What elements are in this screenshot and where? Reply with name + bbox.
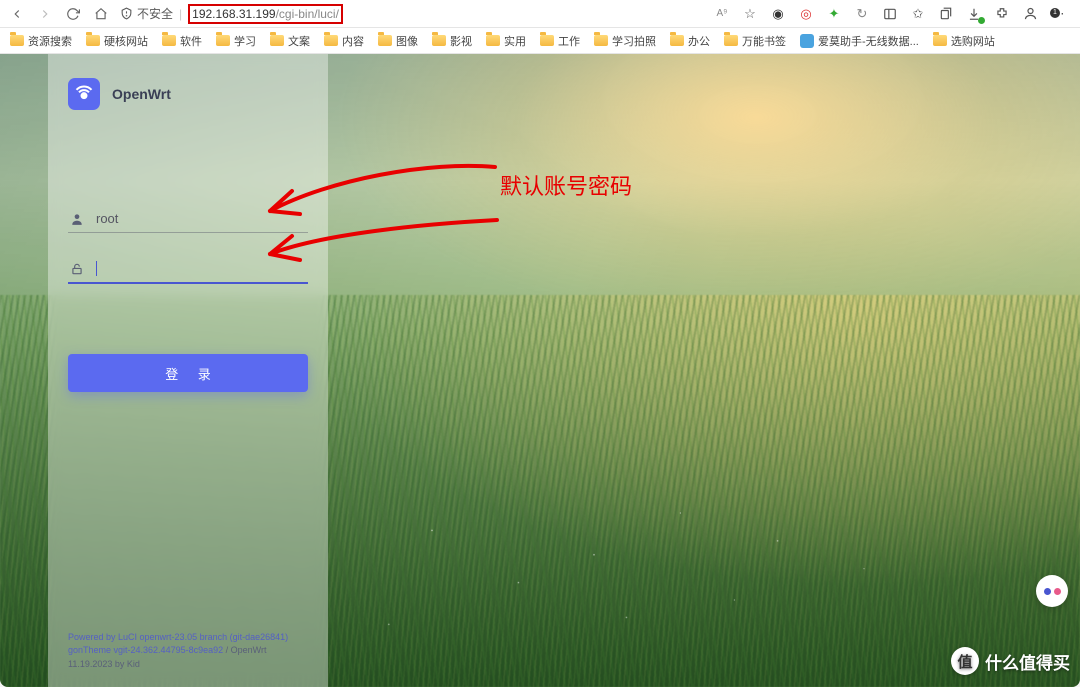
lock-icon bbox=[70, 262, 86, 276]
bookmark-item[interactable]: 文案 bbox=[270, 33, 310, 49]
password-input[interactable] bbox=[107, 261, 306, 276]
folder-icon bbox=[86, 35, 100, 46]
bookmarks-bar: 资源搜索 硬核网站 软件 学习 文案 内容 图像 影视 实用 工作 学习拍照 办… bbox=[0, 28, 1080, 54]
bookmark-item[interactable]: 内容 bbox=[324, 33, 364, 49]
back-button[interactable] bbox=[8, 5, 26, 23]
bookmark-label: 内容 bbox=[342, 33, 364, 49]
bookmark-label: 万能书签 bbox=[742, 33, 786, 49]
footer-theme-link[interactable]: gonTheme vgit-24.362.44795-8c9ea92 bbox=[68, 645, 223, 655]
password-row[interactable] bbox=[68, 255, 308, 284]
folder-icon bbox=[540, 35, 554, 46]
extension-icon-4[interactable]: ↻ bbox=[854, 6, 870, 22]
bookmark-label: 图像 bbox=[396, 33, 418, 49]
watermark: 值 什么值得买 bbox=[951, 647, 1070, 675]
username-row[interactable] bbox=[68, 205, 308, 233]
floating-assistant-button[interactable] bbox=[1036, 575, 1068, 607]
user-icon bbox=[70, 212, 86, 226]
folder-icon bbox=[933, 35, 947, 46]
bookmark-label: 软件 bbox=[180, 33, 202, 49]
username-input[interactable] bbox=[96, 211, 306, 226]
toolbar-right-icons: A⁹ ☆ ◉ ◎ ✦ ↻ ✩ ⋯ 1 bbox=[714, 6, 1072, 22]
forward-button[interactable] bbox=[36, 5, 54, 23]
bookmark-label: 爱莫助手-无线数据... bbox=[818, 33, 919, 49]
bookmark-item[interactable]: 工作 bbox=[540, 33, 580, 49]
bookmark-label: 影视 bbox=[450, 33, 472, 49]
account-icon[interactable] bbox=[1022, 6, 1038, 22]
sidebar-toggle-icon[interactable] bbox=[882, 6, 898, 22]
bookmark-label: 实用 bbox=[504, 33, 526, 49]
login-button[interactable]: 登 录 bbox=[68, 354, 308, 392]
security-text: 不安全 bbox=[137, 5, 173, 22]
url-path: /cgi-bin/luci/ bbox=[276, 7, 339, 21]
folder-icon bbox=[162, 35, 176, 46]
folder-icon bbox=[486, 35, 500, 46]
favorites-icon[interactable]: ✩ bbox=[910, 6, 926, 22]
more-icon[interactable]: ⋯ 1 bbox=[1050, 6, 1066, 22]
home-button[interactable] bbox=[92, 5, 110, 23]
folder-icon bbox=[378, 35, 392, 46]
text-caret bbox=[96, 261, 97, 276]
site-favicon bbox=[800, 34, 814, 48]
watermark-text: 什么值得买 bbox=[985, 649, 1070, 674]
bookmark-item[interactable]: 万能书签 bbox=[724, 33, 786, 49]
watermark-badge: 值 bbox=[951, 647, 979, 675]
brand-row: OpenWrt bbox=[68, 78, 308, 110]
bookmark-label: 办公 bbox=[688, 33, 710, 49]
footer-luci-link[interactable]: Powered by LuCI openwrt-23.05 branch (gi… bbox=[68, 632, 288, 642]
favorite-icon[interactable]: ☆ bbox=[742, 6, 758, 22]
bookmark-label: 学习 bbox=[234, 33, 256, 49]
bookmark-label: 学习拍照 bbox=[612, 33, 656, 49]
bookmark-label: 硬核网站 bbox=[104, 33, 148, 49]
extension-icon-1[interactable]: ◉ bbox=[770, 6, 786, 22]
folder-icon bbox=[724, 35, 738, 46]
url-bar[interactable]: 不安全 | 192.168.31.199/cgi-bin/luci/ bbox=[120, 4, 343, 24]
annotation-text: 默认账号密码 bbox=[500, 169, 632, 201]
notification-badge: 1 bbox=[1050, 8, 1060, 18]
url-host: 192.168.31.199 bbox=[192, 7, 275, 21]
folder-icon bbox=[10, 35, 24, 46]
folder-icon bbox=[270, 35, 284, 46]
folder-icon bbox=[670, 35, 684, 46]
url-highlight-box: 192.168.31.199/cgi-bin/luci/ bbox=[188, 4, 343, 24]
bookmark-item[interactable]: 爱莫助手-无线数据... bbox=[800, 33, 919, 49]
bookmark-item[interactable]: 影视 bbox=[432, 33, 472, 49]
bookmark-label: 文案 bbox=[288, 33, 310, 49]
bookmark-item[interactable]: 实用 bbox=[486, 33, 526, 49]
bookmark-item[interactable]: 选购网站 bbox=[933, 33, 995, 49]
bookmark-item[interactable]: 办公 bbox=[670, 33, 710, 49]
ai-label[interactable]: A⁹ bbox=[714, 6, 730, 22]
extensions-icon[interactable] bbox=[994, 6, 1010, 22]
folder-icon bbox=[324, 35, 338, 46]
bookmark-label: 工作 bbox=[558, 33, 580, 49]
page-viewport: OpenWrt 登 录 Powered by LuCI openwrt-23.0… bbox=[0, 54, 1080, 687]
extension-icon-2[interactable]: ◎ bbox=[798, 6, 814, 22]
bookmark-label: 资源搜索 bbox=[28, 33, 72, 49]
security-indicator[interactable]: 不安全 bbox=[120, 5, 173, 22]
bookmark-item[interactable]: 学习 bbox=[216, 33, 256, 49]
downloads-icon[interactable] bbox=[966, 6, 982, 22]
openwrt-logo-icon bbox=[68, 78, 100, 110]
bookmark-item[interactable]: 软件 bbox=[162, 33, 202, 49]
bookmark-item[interactable]: 资源搜索 bbox=[10, 33, 72, 49]
extension-icon-3[interactable]: ✦ bbox=[826, 6, 842, 22]
bookmark-item[interactable]: 图像 bbox=[378, 33, 418, 49]
folder-icon bbox=[432, 35, 446, 46]
refresh-button[interactable] bbox=[64, 5, 82, 23]
bookmark-item[interactable]: 硬核网站 bbox=[86, 33, 148, 49]
folder-icon bbox=[216, 35, 230, 46]
bookmark-label: 选购网站 bbox=[951, 33, 995, 49]
brand-name: OpenWrt bbox=[112, 86, 171, 102]
folder-icon bbox=[594, 35, 608, 46]
footer-text: Powered by LuCI openwrt-23.05 branch (gi… bbox=[68, 631, 308, 680]
bookmark-item[interactable]: 学习拍照 bbox=[594, 33, 656, 49]
login-panel: OpenWrt 登 录 Powered by LuCI openwrt-23.0… bbox=[48, 54, 328, 687]
browser-toolbar: 不安全 | 192.168.31.199/cgi-bin/luci/ A⁹ ☆ … bbox=[0, 0, 1080, 28]
collections-icon[interactable] bbox=[938, 6, 954, 22]
